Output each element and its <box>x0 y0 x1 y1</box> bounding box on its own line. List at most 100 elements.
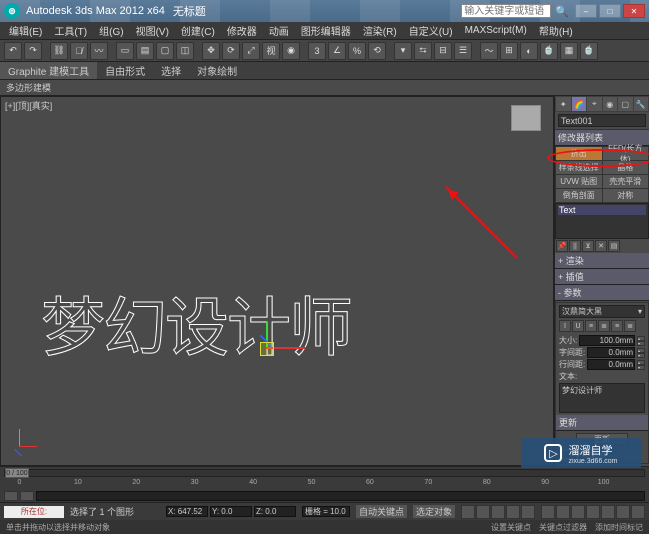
app-logo-icon[interactable]: ⊚ <box>4 3 20 19</box>
size-down[interactable]: ▾ <box>637 341 645 346</box>
menu-create[interactable]: 创建(C) <box>176 23 220 38</box>
ribbon-tab-graphite[interactable]: Graphite 建模工具 <box>0 62 97 79</box>
align-button[interactable]: ⊟ <box>434 42 452 60</box>
autokey-button[interactable]: 自动关键点 <box>356 505 407 518</box>
select-name-button[interactable]: ▤ <box>136 42 154 60</box>
bind-spacewarp-button[interactable]: 〰 <box>90 42 108 60</box>
schematic-button[interactable]: ⊞ <box>500 42 518 60</box>
viewport-label[interactable]: [+][顶][真实] <box>5 99 52 112</box>
zoom-button[interactable] <box>541 505 555 519</box>
keyfilter-button[interactable]: 关键点过滤器 <box>539 522 587 533</box>
mod-shell-button[interactable]: 壳壳平滑 <box>603 175 649 188</box>
selection-lock-label[interactable]: 所在位: <box>4 506 64 518</box>
tab-motion[interactable]: ◉ <box>603 97 618 111</box>
tab-modify[interactable]: 🌈 <box>572 97 587 111</box>
remove-mod-button[interactable]: ✕ <box>595 240 607 252</box>
italic-button[interactable]: I <box>559 320 571 332</box>
ribbon-sub-label[interactable]: 多边形建模 <box>6 81 51 94</box>
maximize-button[interactable]: □ <box>599 4 621 18</box>
curve-editor-button[interactable]: 〜 <box>480 42 498 60</box>
goto-start-button[interactable] <box>461 505 475 519</box>
ribbon-tab-paint[interactable]: 对象绘制 <box>189 62 245 79</box>
search-input[interactable] <box>461 4 551 18</box>
select-button[interactable]: ▭ <box>116 42 134 60</box>
pan-button[interactable] <box>601 505 615 519</box>
ribbon-tab-freeform[interactable]: 自由形式 <box>97 62 153 79</box>
pin-stack-button[interactable]: 📌 <box>556 240 568 252</box>
rollout-render[interactable]: + 渲染 <box>555 253 649 269</box>
unique-button[interactable]: ⊻ <box>582 240 594 252</box>
goto-end-button[interactable] <box>521 505 535 519</box>
time-slider[interactable]: 0 / 100 <box>4 469 645 477</box>
menu-view[interactable]: 视图(V) <box>131 23 174 38</box>
ribbon-tab-select[interactable]: 选择 <box>153 62 189 79</box>
text-spline-object[interactable]: 梦幻设计师 <box>41 277 351 369</box>
tab-utilities[interactable]: 🔧 <box>634 97 649 111</box>
close-button[interactable]: ✕ <box>623 4 645 18</box>
play-button[interactable] <box>491 505 505 519</box>
percent-snap-button[interactable]: % <box>348 42 366 60</box>
named-sel-button[interactable]: ▾ <box>394 42 412 60</box>
mod-symmetry-button[interactable]: 对称 <box>603 189 649 202</box>
align-left-button[interactable]: ≡ <box>585 320 597 332</box>
next-frame-button[interactable] <box>506 505 520 519</box>
spinner-snap-button[interactable]: ⟲ <box>368 42 386 60</box>
kern-down[interactable]: ▾ <box>637 353 645 358</box>
menu-maxscript[interactable]: MAXScript(M) <box>460 25 532 36</box>
align-right-button[interactable]: ≡ <box>611 320 623 332</box>
seltag-button[interactable]: 选定对象 <box>413 505 455 518</box>
tab-create[interactable]: ✦ <box>556 97 571 111</box>
pivot-button[interactable]: ◉ <box>282 42 300 60</box>
coord-y-input[interactable] <box>210 506 252 517</box>
zoom-ext-button[interactable] <box>571 505 585 519</box>
render-setup-button[interactable]: 🍵 <box>540 42 558 60</box>
menu-tools[interactable]: 工具(T) <box>49 23 92 38</box>
select-region-button[interactable]: ▢ <box>156 42 174 60</box>
menu-animation[interactable]: 动画 <box>264 23 294 38</box>
kerning-spinner[interactable]: 0.0mm <box>587 347 635 358</box>
render-frame-button[interactable]: ▦ <box>560 42 578 60</box>
zoom-all-button[interactable] <box>556 505 570 519</box>
render-button[interactable]: 🍵 <box>580 42 598 60</box>
coord-x-input[interactable] <box>166 506 208 517</box>
underline-button[interactable]: U <box>572 320 584 332</box>
window-crossing-button[interactable]: ◫ <box>176 42 194 60</box>
mod-uvw-button[interactable]: UVW 贴图 <box>556 175 602 188</box>
search-icon[interactable]: 🔍 <box>555 5 569 18</box>
show-end-button[interactable]: || <box>569 240 581 252</box>
config-sets-button[interactable]: ▤ <box>608 240 620 252</box>
ref-coord-button[interactable]: 视 <box>262 42 280 60</box>
snap-button[interactable]: 3 <box>308 42 326 60</box>
menu-help[interactable]: 帮助(H) <box>534 23 578 38</box>
modifier-stack[interactable]: Text <box>555 203 649 239</box>
link-button[interactable]: ⛓ <box>50 42 68 60</box>
menu-graph[interactable]: 图形编辑器 <box>296 23 356 38</box>
rollout-interp[interactable]: + 插值 <box>555 269 649 285</box>
menu-edit[interactable]: 编辑(E) <box>4 23 47 38</box>
text-input[interactable]: 梦幻设计师 <box>559 383 645 413</box>
addtime-button[interactable]: 添加时间标记 <box>595 522 643 533</box>
rotate-button[interactable]: ⟳ <box>222 42 240 60</box>
font-dropdown[interactable]: 汉鼎简大黑▾ <box>559 305 645 318</box>
viewcube[interactable] <box>511 105 541 131</box>
stack-item-text[interactable]: Text <box>558 205 646 215</box>
size-spinner[interactable]: 100.0mm <box>579 335 635 346</box>
tab-display[interactable]: ▢ <box>618 97 633 111</box>
align-justify-button[interactable]: ≣ <box>624 320 636 332</box>
unlink-button[interactable]: ⛓̸ <box>70 42 88 60</box>
undo-button[interactable]: ↶ <box>4 42 22 60</box>
angle-snap-button[interactable]: ∠ <box>328 42 346 60</box>
object-name-input[interactable] <box>558 114 646 127</box>
viewport[interactable]: [+][顶][真实] 梦幻设计师 <box>0 96 554 466</box>
orbit-button[interactable] <box>616 505 630 519</box>
lead-down[interactable]: ▾ <box>637 365 645 370</box>
redo-button[interactable]: ↷ <box>24 42 42 60</box>
transform-gizmo[interactable] <box>246 322 296 372</box>
minimize-button[interactable]: – <box>575 4 597 18</box>
move-button[interactable]: ✥ <box>202 42 220 60</box>
mod-bevel-button[interactable]: 倒角剖面 <box>556 189 602 202</box>
menu-custom[interactable]: 自定义(U) <box>404 23 458 38</box>
menu-render[interactable]: 渲染(R) <box>358 23 402 38</box>
align-center-button[interactable]: ≣ <box>598 320 610 332</box>
rollout-params[interactable]: - 参数 <box>555 285 649 301</box>
